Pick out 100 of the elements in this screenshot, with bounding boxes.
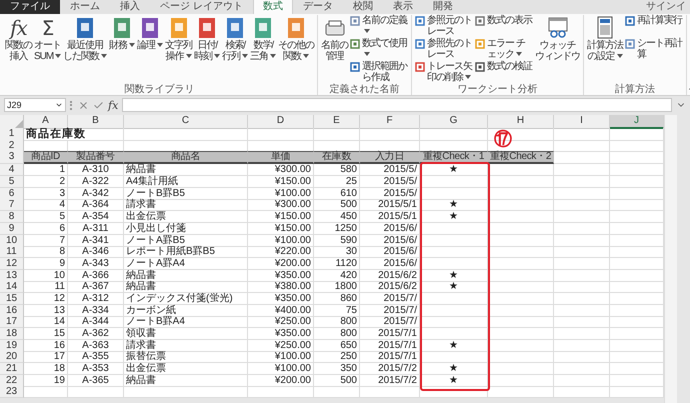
ribbon-button[interactable]: 日付/ 時刻 — [193, 15, 222, 63]
ribbon-tab[interactable]: ページ レイアウト — [150, 0, 253, 14]
ribbon-tab[interactable]: 表示 — [382, 0, 423, 14]
ribbon-button[interactable]: 検索/ 行列 — [221, 15, 250, 63]
row-number[interactable]: 20 — [0, 351, 24, 364]
vertical-scrollbar[interactable] — [664, 115, 677, 403]
empty-cell — [488, 316, 554, 328]
column-heading[interactable]: B — [68, 115, 124, 129]
enter-icon[interactable] — [93, 100, 104, 110]
ribbon-button[interactable]: 計算方法 の設定 — [586, 15, 624, 63]
row-number[interactable]: 5 — [0, 176, 24, 188]
table-cell: ノートB罫B5 — [124, 188, 248, 200]
ribbon-button[interactable]: 文字列 操作 — [164, 15, 194, 63]
table-cell: A-367 — [68, 281, 124, 294]
table-cell: ¥220.00 — [248, 246, 314, 258]
ribbon-tab[interactable]: 校閲 — [342, 0, 383, 14]
column-heading[interactable]: G — [420, 115, 488, 129]
ribbon-button[interactable]: シート再計算 — [624, 38, 684, 60]
ribbon-button[interactable]: ウォッチ ウィンドウ — [534, 15, 582, 63]
row-number[interactable]: 18 — [0, 328, 24, 340]
ribbon-button[interactable]: 論理 — [136, 15, 164, 52]
row-number[interactable]: 21 — [0, 363, 24, 376]
row-number[interactable]: 19 — [0, 340, 24, 352]
tool-icon — [350, 16, 360, 26]
row-number[interactable]: 1 — [0, 128, 24, 141]
empty-cell — [314, 386, 360, 398]
row-number[interactable]: 10 — [0, 234, 24, 246]
row-number[interactable]: 11 — [0, 246, 24, 258]
table-cell: 納品書 — [124, 374, 248, 387]
row-number[interactable]: 13 — [0, 270, 24, 282]
table-cell: ¥250.00 — [248, 316, 314, 328]
table-cell: 2015/5/ — [360, 188, 420, 200]
empty-cell — [488, 281, 554, 294]
column-heading[interactable]: C — [124, 115, 248, 129]
row-number[interactable]: 7 — [0, 199, 24, 212]
ribbon-button[interactable]: 財務 — [108, 15, 136, 52]
table-cell: ノートA罫A4 — [124, 258, 248, 270]
ribbon-button[interactable]: 名前の定義 — [349, 15, 410, 37]
ribbon-button[interactable]: エラー チェック — [474, 38, 534, 60]
column-heading[interactable]: I — [554, 115, 610, 129]
ribbon-tab[interactable]: データ — [292, 0, 343, 14]
formula-input[interactable] — [122, 98, 672, 112]
table-cell: 2015/5/ — [360, 176, 420, 188]
ribbon-button[interactable]: 選択範囲から作成 — [349, 61, 410, 83]
header-cell: 製品番号 — [68, 151, 124, 164]
table-cell: 5 — [24, 211, 68, 224]
column-heading[interactable]: J — [610, 115, 664, 129]
ribbon-tab[interactable]: 挿入 — [110, 0, 150, 14]
column-heading[interactable]: A — [24, 115, 68, 129]
file-tab[interactable]: ファイル — [0, 0, 60, 14]
table-cell: A-355 — [68, 351, 124, 364]
sign-in-link[interactable]: サインイ — [646, 0, 686, 14]
ribbon-button[interactable]: 数式の表示 — [474, 15, 534, 37]
insert-function-button[interactable]: fx — [108, 98, 118, 112]
name-box[interactable]: J29 — [4, 98, 66, 112]
row-number[interactable]: 4 — [0, 164, 24, 176]
row-number[interactable]: 15 — [0, 292, 24, 305]
ribbon-button[interactable]: Σ オート SUM — [33, 15, 62, 63]
ribbon-button[interactable]: 再計算実行 — [624, 15, 684, 37]
column-heading[interactable]: F — [360, 115, 420, 129]
ribbon-button[interactable]: 数式で使用 — [349, 38, 410, 60]
row-number[interactable]: 14 — [0, 281, 24, 294]
dropdown-icon[interactable] — [55, 101, 63, 109]
row-number[interactable]: 17 — [0, 316, 24, 328]
table-cell: 2015/5/1 — [360, 199, 420, 212]
empty-cell — [554, 176, 610, 188]
cancel-icon[interactable] — [78, 100, 89, 110]
row-number[interactable]: 9 — [0, 222, 24, 235]
table-cell: A-341 — [68, 234, 124, 246]
ribbon-button[interactable]: 名前の 管理 — [320, 15, 350, 63]
ribbon-button[interactable]: fx 関数の 挿入 — [4, 15, 33, 63]
empty-cell — [554, 164, 610, 176]
row-number[interactable]: 2 — [0, 140, 24, 152]
select-all-corner[interactable] — [0, 115, 24, 129]
row-number[interactable]: 23 — [0, 386, 24, 398]
row-number[interactable]: 6 — [0, 188, 24, 200]
row-number[interactable]: 22 — [0, 374, 24, 387]
table-cell: 2015/7/ — [360, 304, 420, 317]
ribbon-button[interactable]: その他の 関数 — [277, 15, 316, 63]
ribbon-button[interactable]: 最近使用 した関数 — [62, 15, 108, 63]
ribbon-button[interactable]: 数学/ 三角 — [249, 15, 278, 63]
empty-cell — [420, 222, 488, 235]
table-cell: ¥250.00 — [248, 340, 314, 352]
row-number[interactable]: 3 — [0, 151, 24, 164]
ribbon-tab[interactable]: ホーム — [60, 0, 110, 14]
row-number[interactable]: 16 — [0, 304, 24, 317]
row-number[interactable]: 12 — [0, 258, 24, 270]
row-number[interactable]: 8 — [0, 211, 24, 224]
ribbon-button[interactable]: 参照先のトレース — [414, 38, 474, 60]
corner-triangle-icon — [15, 120, 23, 128]
ribbon-button[interactable]: トレース矢印の削除 — [414, 61, 474, 83]
ribbon-button[interactable]: 参照元のトレース — [414, 15, 474, 37]
column-heading[interactable]: E — [314, 115, 360, 129]
ribbon-tab[interactable]: 数式 — [252, 0, 293, 14]
ribbon-button[interactable]: 数式の検証 — [474, 61, 534, 83]
empty-cell — [488, 222, 554, 235]
column-heading[interactable]: H — [488, 115, 554, 129]
column-heading[interactable]: D — [248, 115, 314, 129]
grip-icon — [70, 100, 74, 110]
ribbon-tab[interactable]: 開発 — [422, 0, 463, 14]
